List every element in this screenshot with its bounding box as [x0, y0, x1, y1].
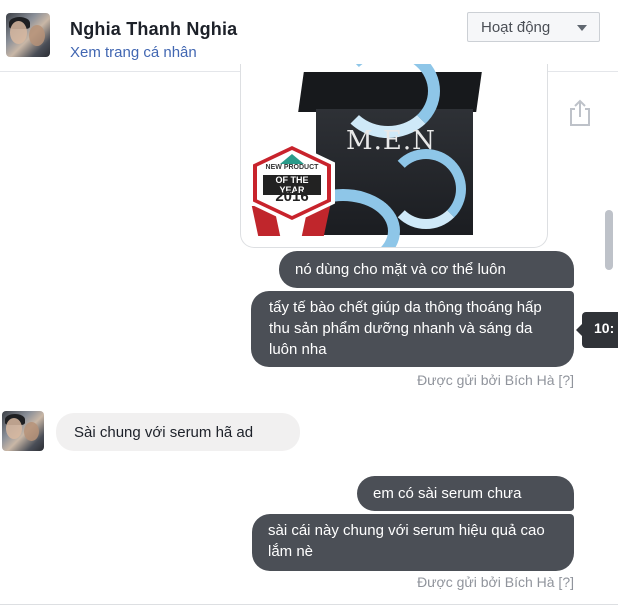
scrollbar-thumb[interactable]	[605, 210, 613, 270]
message-bubble-outgoing[interactable]: sài cái này chung với serum hiệu quả cao…	[252, 514, 574, 571]
divider	[0, 604, 618, 605]
product-logo: M.E.N	[346, 126, 436, 156]
sent-by-label: Được gửi bởi Bích Hà [?]	[417, 372, 574, 388]
timestamp-tooltip: 10:	[576, 312, 618, 348]
status-label: Hoạt động	[481, 18, 551, 36]
badge-line1: NEW PRODUCT	[265, 164, 319, 171]
caret-down-icon	[577, 25, 587, 31]
message-bubble-outgoing[interactable]: nó dùng cho mặt và cơ thể luôn	[279, 251, 574, 288]
timestamp-text: 10:	[594, 320, 615, 336]
badge-triangle-icon	[280, 154, 304, 164]
message-bubble-outgoing[interactable]: em có sài serum chưa	[357, 476, 574, 511]
status-dropdown-button[interactable]: Hoạt động	[467, 12, 600, 42]
badge-year: 2016	[275, 188, 309, 205]
view-profile-link[interactable]: Xem trang cá nhân	[70, 44, 197, 61]
image-attachment[interactable]: M.E.N NEW PRODUCT OF THE YEAR 2016	[240, 64, 548, 248]
message-bubble-outgoing[interactable]: tẩy tế bào chết giúp da thông thoáng hấp…	[251, 291, 574, 367]
contact-avatar[interactable]	[6, 13, 50, 57]
share-icon[interactable]	[566, 98, 594, 128]
conversation-header: Nghia Thanh Nghia Xem trang cá nhân Hoạt…	[0, 0, 618, 72]
contact-avatar-small[interactable]	[2, 411, 44, 451]
contact-name[interactable]: Nghia Thanh Nghia	[70, 19, 237, 40]
sent-by-label: Được gửi bởi Bích Hà [?]	[417, 574, 574, 590]
message-bubble-incoming[interactable]: Sài chung với serum hã ad	[56, 413, 300, 451]
